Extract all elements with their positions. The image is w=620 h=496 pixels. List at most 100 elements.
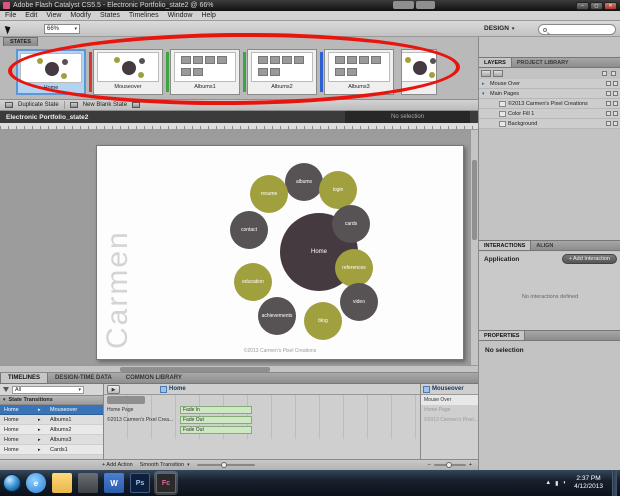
target-layer-row[interactable]: Mouse Over	[421, 395, 478, 405]
filter-select[interactable]: All ▾	[12, 385, 84, 394]
slider-knob[interactable]	[445, 462, 452, 468]
layer-row[interactable]: Color Fill 1	[479, 109, 620, 119]
state-options-icon[interactable]	[132, 102, 141, 108]
tab-project-library[interactable]: PROJECT LIBRARY	[512, 58, 574, 67]
visibility-checkbox[interactable]	[606, 121, 611, 126]
hidden-icons-icon[interactable]: ▲	[545, 480, 551, 486]
photoshop-icon[interactable]: Ps	[130, 473, 150, 493]
secondary-checkbox[interactable]	[613, 121, 618, 126]
layer-row[interactable]: ©2013 Carmen's Pixel Creations	[479, 99, 620, 109]
smooth-transition-control[interactable]: Smooth Transition ▾	[140, 462, 190, 468]
timeline-track[interactable]: Fade In	[180, 405, 420, 415]
design-canvas[interactable]: Carmen Home albums login cards references vid…	[0, 130, 478, 365]
diagram-node-login[interactable]: login	[319, 171, 357, 209]
tab-common-library[interactable]: COMMON LIBRARY	[119, 373, 189, 383]
menu-states[interactable]: States	[100, 12, 120, 19]
menu-help[interactable]: Help	[201, 12, 215, 19]
menu-view[interactable]: View	[46, 12, 61, 19]
tab-layers[interactable]: LAYERS	[479, 58, 512, 67]
transition-row[interactable]: Home ▸ Cards1	[0, 445, 103, 455]
zoom-out-icon[interactable]: −	[428, 462, 431, 468]
close-button[interactable]: ✕	[604, 1, 617, 10]
states-panel-tab[interactable]: STATES	[3, 37, 38, 46]
secondary-checkbox[interactable]	[613, 91, 618, 96]
effect-bar[interactable]: Fade Out	[180, 416, 252, 424]
internet-explorer-icon[interactable]: e	[26, 473, 46, 493]
diagram-node-albums[interactable]: albums	[285, 163, 323, 201]
layer-row[interactable]: ▾ Main Pages	[479, 89, 620, 99]
diagram-node-cards[interactable]: cards	[332, 205, 370, 243]
tab-design-time-data[interactable]: DESIGN-TIME DATA	[48, 373, 119, 383]
timeline-track[interactable]: Fade Out	[180, 415, 420, 425]
visibility-checkbox[interactable]	[606, 81, 611, 86]
effect-bar[interactable]: Fade Out	[180, 426, 252, 434]
add-interaction-button[interactable]: + Add Interaction	[561, 254, 617, 264]
transition-row[interactable]: Home ▸ Mouseover	[0, 405, 103, 415]
volume-icon[interactable]: ◖	[562, 480, 566, 486]
disclosure-icon[interactable]: ▾	[482, 91, 488, 97]
state-transitions-header[interactable]: ▾ State Transitions	[0, 395, 103, 405]
transition-row[interactable]: Home ▸ Albums3	[0, 435, 103, 445]
vertical-scrollbar[interactable]	[470, 130, 478, 365]
menu-edit[interactable]: Edit	[25, 12, 37, 19]
new-layer-icon[interactable]	[481, 70, 491, 77]
timeline-track[interactable]	[180, 395, 420, 405]
target-layer-row[interactable]: Home Page	[421, 405, 478, 415]
menu-file[interactable]: File	[5, 12, 16, 19]
zoom-select[interactable]: 66% ▾	[44, 24, 80, 34]
visibility-checkbox[interactable]	[606, 101, 611, 106]
layer-row[interactable]: Background	[479, 119, 620, 129]
copyright-text[interactable]: ©2013 Carmen's Pixel Creations	[97, 348, 463, 354]
flash-catalyst-icon[interactable]: Fc	[156, 473, 176, 493]
state-thumb-partial[interactable]	[401, 49, 437, 95]
state-thumb-Mouseover[interactable]: Mouseover	[89, 49, 163, 95]
search-box[interactable]	[538, 24, 616, 35]
workspace-switcher[interactable]: DESIGN ▾	[484, 25, 514, 32]
state-thumb-Albums3[interactable]: Albums3	[320, 49, 394, 95]
timeline-zoom-slider[interactable]	[433, 462, 466, 468]
secondary-checkbox[interactable]	[613, 111, 618, 116]
diagram-node-blog[interactable]: blog	[304, 302, 342, 340]
diagram-node-resume[interactable]: resume	[250, 175, 288, 213]
menu-window[interactable]: Window	[168, 12, 193, 19]
transition-duration-slider[interactable]	[196, 462, 255, 468]
add-action-button[interactable]: + Add Action	[102, 462, 133, 468]
duplicate-state-button[interactable]: Duplicate State	[18, 102, 59, 108]
network-icon[interactable]: ▮	[555, 480, 558, 487]
menu-modify[interactable]: Modify	[70, 12, 91, 19]
zoom-in-icon[interactable]: +	[469, 462, 472, 468]
state-thumb-Home[interactable]: Home	[16, 49, 86, 95]
taskbar-clock[interactable]: 2:37 PM 4/12/2013	[570, 475, 607, 492]
secondary-checkbox[interactable]	[613, 101, 618, 106]
secondary-checkbox[interactable]	[613, 81, 618, 86]
target-layer-row[interactable]: ©2013 Carmen's Pixel...	[421, 415, 478, 425]
play-button[interactable]: ▶	[107, 384, 120, 394]
tab-timelines[interactable]: TIMELINES	[0, 373, 49, 383]
tab-interactions[interactable]: INTERACTIONS	[479, 241, 532, 250]
minimize-button[interactable]: –	[576, 1, 589, 10]
diagram-node-references[interactable]: references	[335, 249, 373, 287]
media-app-icon[interactable]	[78, 473, 98, 493]
slider-knob[interactable]	[220, 462, 227, 468]
layer-options-icon[interactable]	[493, 70, 503, 77]
from-state-chip[interactable]: Home	[160, 385, 186, 393]
transition-row[interactable]: Home ▸ Albums1	[0, 415, 103, 425]
menu-timelines[interactable]: Timelines	[129, 12, 159, 19]
start-button[interactable]	[3, 474, 21, 492]
horizontal-scrollbar[interactable]	[0, 365, 478, 373]
diagram-node-contact[interactable]: contact	[230, 211, 268, 249]
word-icon[interactable]: W	[104, 473, 124, 493]
tab-align[interactable]: ALIGN	[531, 241, 558, 250]
effect-bar[interactable]: Fade In	[180, 406, 252, 414]
show-desktop-button[interactable]	[612, 470, 617, 496]
scrollbar-thumb[interactable]	[472, 160, 477, 240]
timeline-track[interactable]: Fade Out	[180, 425, 420, 435]
state-thumb-Albums1[interactable]: Albums1	[166, 49, 240, 95]
layer-row[interactable]: ▸ Mouse Over	[479, 79, 620, 89]
visibility-checkbox[interactable]	[606, 91, 611, 96]
diagram-node-video[interactable]: video	[340, 283, 378, 321]
disclosure-icon[interactable]: ▸	[482, 81, 488, 87]
new-blank-state-button[interactable]: New Blank State	[83, 102, 127, 108]
diagram-node-achievements[interactable]: achievements	[258, 297, 296, 335]
visibility-checkbox[interactable]	[606, 111, 611, 116]
